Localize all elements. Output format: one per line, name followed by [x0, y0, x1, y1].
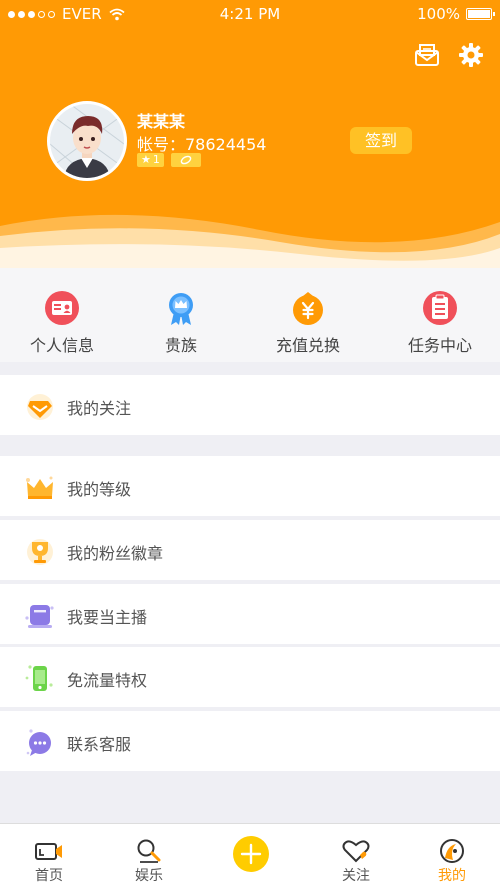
header-actions	[414, 42, 484, 68]
profile-header: EVER 4:21 PM 100% 某某某 帐号：78624454 ★ 1 签到	[0, 0, 500, 268]
list-item-label: 免流量特权	[67, 671, 148, 690]
quick-item-label: 充值兑换	[275, 336, 340, 355]
mail-icon[interactable]	[414, 42, 440, 68]
tab-home[interactable]: 首页	[9, 838, 89, 885]
avatar-illustration	[50, 104, 124, 178]
task-list-icon	[423, 291, 457, 325]
level-badge-value: 1	[152, 153, 160, 166]
camera-icon	[35, 843, 62, 860]
battery-icon	[466, 8, 495, 20]
list-item-become-anchor[interactable]: 我要当主播	[0, 584, 500, 644]
list-item-contact-support[interactable]: 联系客服	[0, 711, 500, 771]
tab-entertainment[interactable]: 娱乐	[109, 838, 189, 885]
list-item-label: 我的等级	[67, 480, 132, 499]
list-item-label: 我的粉丝徽章	[67, 544, 164, 563]
username: 某某某	[137, 112, 186, 131]
tab-label: 首页	[35, 868, 63, 884]
list-item-fan-badge[interactable]: 我的粉丝徽章	[0, 520, 500, 580]
trophy-icon	[27, 539, 53, 565]
crown-icon	[26, 476, 53, 499]
crown-medal-icon	[169, 293, 193, 325]
star-icon: ★	[141, 153, 151, 166]
chat-bubble-icon	[26, 729, 51, 756]
badge-row: ★ 1	[137, 153, 201, 167]
quick-item-label: 任务中心	[407, 336, 472, 355]
status-bar: EVER 4:21 PM 100%	[0, 0, 500, 28]
tab-label: 关注	[342, 868, 370, 884]
tab-label: 我的	[438, 868, 466, 884]
profile-icon	[440, 839, 464, 863]
list-item-label: 我要当主播	[67, 608, 148, 627]
diamond-icon	[27, 394, 53, 420]
tab-label: 娱乐	[135, 868, 163, 884]
quick-item-label: 贵族	[164, 336, 197, 355]
yen-coin-icon	[293, 292, 323, 325]
list-item-label: 联系客服	[67, 735, 132, 754]
settings-gear-icon[interactable]	[458, 42, 484, 68]
quick-item-task-center[interactable]: 任务中心	[385, 290, 495, 356]
phone-icon	[25, 665, 53, 691]
quick-item-label: 个人信息	[29, 336, 94, 355]
search-icon	[137, 839, 161, 863]
list-item-my-level[interactable]: 我的等级	[0, 456, 500, 516]
live-stream-icon	[25, 605, 54, 628]
checkin-button[interactable]: 签到	[350, 127, 412, 154]
header-wave	[0, 214, 500, 268]
list-item-label: 我的关注	[67, 399, 132, 418]
heart-icon	[342, 840, 370, 863]
create-plus-button[interactable]	[233, 836, 269, 872]
plus-icon	[240, 843, 262, 865]
quick-menu: 个人信息 贵族 充值兑换 任务中心	[0, 268, 500, 362]
quick-item-recharge[interactable]: 充值兑换	[253, 290, 363, 356]
tab-mine[interactable]: 我的	[412, 838, 492, 885]
list-item-my-follow[interactable]: 我的关注	[0, 375, 500, 435]
quick-item-noble[interactable]: 贵族	[126, 290, 236, 356]
battery-percent: 100%	[417, 5, 460, 23]
list-item-free-data[interactable]: 免流量特权	[0, 647, 500, 707]
level-badge: ★ 1	[137, 153, 164, 167]
avatar[interactable]	[47, 101, 127, 181]
vip-badge	[170, 153, 201, 167]
id-card-icon	[45, 291, 79, 325]
leaf-icon	[180, 155, 192, 165]
account-number: 帐号：78624454	[137, 135, 267, 154]
quick-item-profile-info[interactable]: 个人信息	[7, 290, 117, 356]
battery-indicator: 100%	[417, 5, 495, 23]
tab-follow[interactable]: 关注	[316, 838, 396, 885]
